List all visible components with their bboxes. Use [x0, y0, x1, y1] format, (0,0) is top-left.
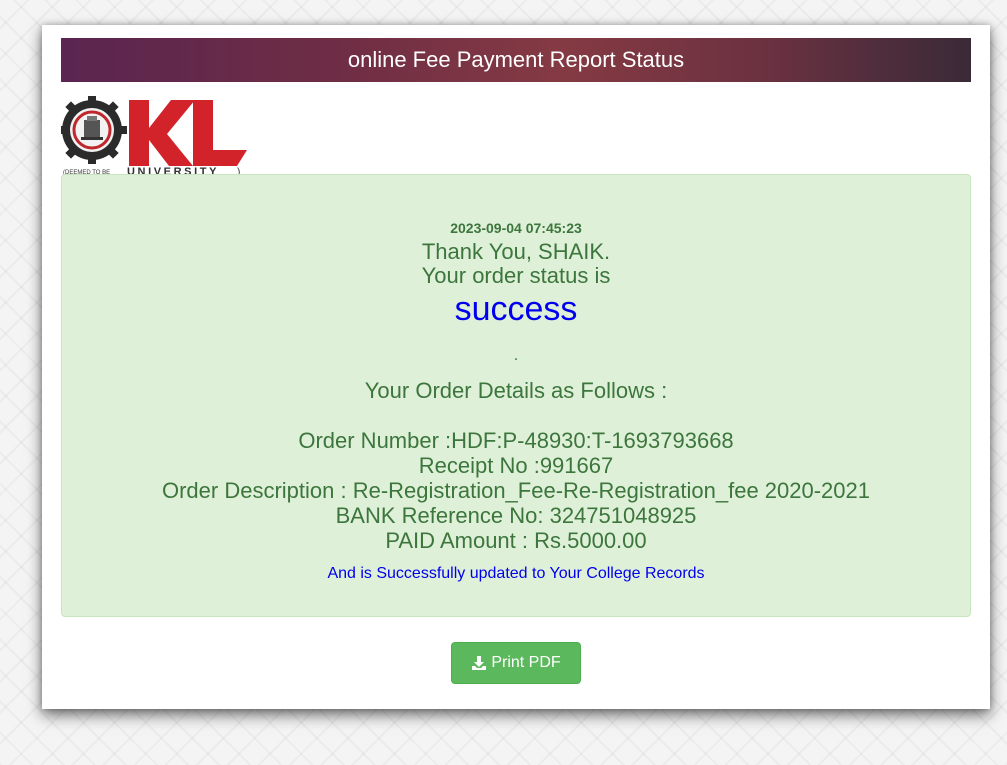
page-header: online Fee Payment Report Status — [61, 38, 971, 82]
print-pdf-button[interactable]: Print PDF — [451, 642, 581, 684]
updated-note: And is Successfully updated to Your Coll… — [327, 565, 705, 582]
transaction-timestamp: 2023-09-04 07:45:23 — [450, 220, 582, 236]
paid-amount: PAID Amount : Rs.5000.00 — [385, 528, 647, 553]
status-dot: . — [513, 347, 519, 364]
thank-you-message: Thank You, SHAIK. — [421, 239, 611, 264]
receipt-number: Receipt No :991667 — [418, 453, 614, 478]
seal-icon — [59, 96, 127, 164]
print-pdf-label: Print PDF — [491, 654, 561, 671]
order-status: success — [454, 290, 578, 328]
order-number: Order Number :HDF:P-48930:T-1693793668 — [298, 428, 734, 453]
order-description: Order Description : Re-Registration_Fee-… — [161, 478, 871, 503]
payment-report-card: online Fee Payment Report Status (DEEMED… — [42, 25, 990, 709]
success-alert: 2023-09-04 07:45:23 Thank You, SHAIK. Yo… — [61, 174, 971, 617]
kl-university-logo: (DEEMED TO BE UNIVERSITY ) — [59, 94, 247, 178]
page-title: online Fee Payment Report Status — [347, 47, 685, 72]
details-heading: Your Order Details as Follows : — [364, 378, 668, 403]
logo-graphic: (DEEMED TO BE UNIVERSITY ) — [59, 96, 247, 178]
download-icon — [471, 655, 487, 671]
bank-reference: BANK Reference No: 324751048925 — [335, 503, 697, 528]
status-prefix: Your order status is — [421, 263, 611, 288]
